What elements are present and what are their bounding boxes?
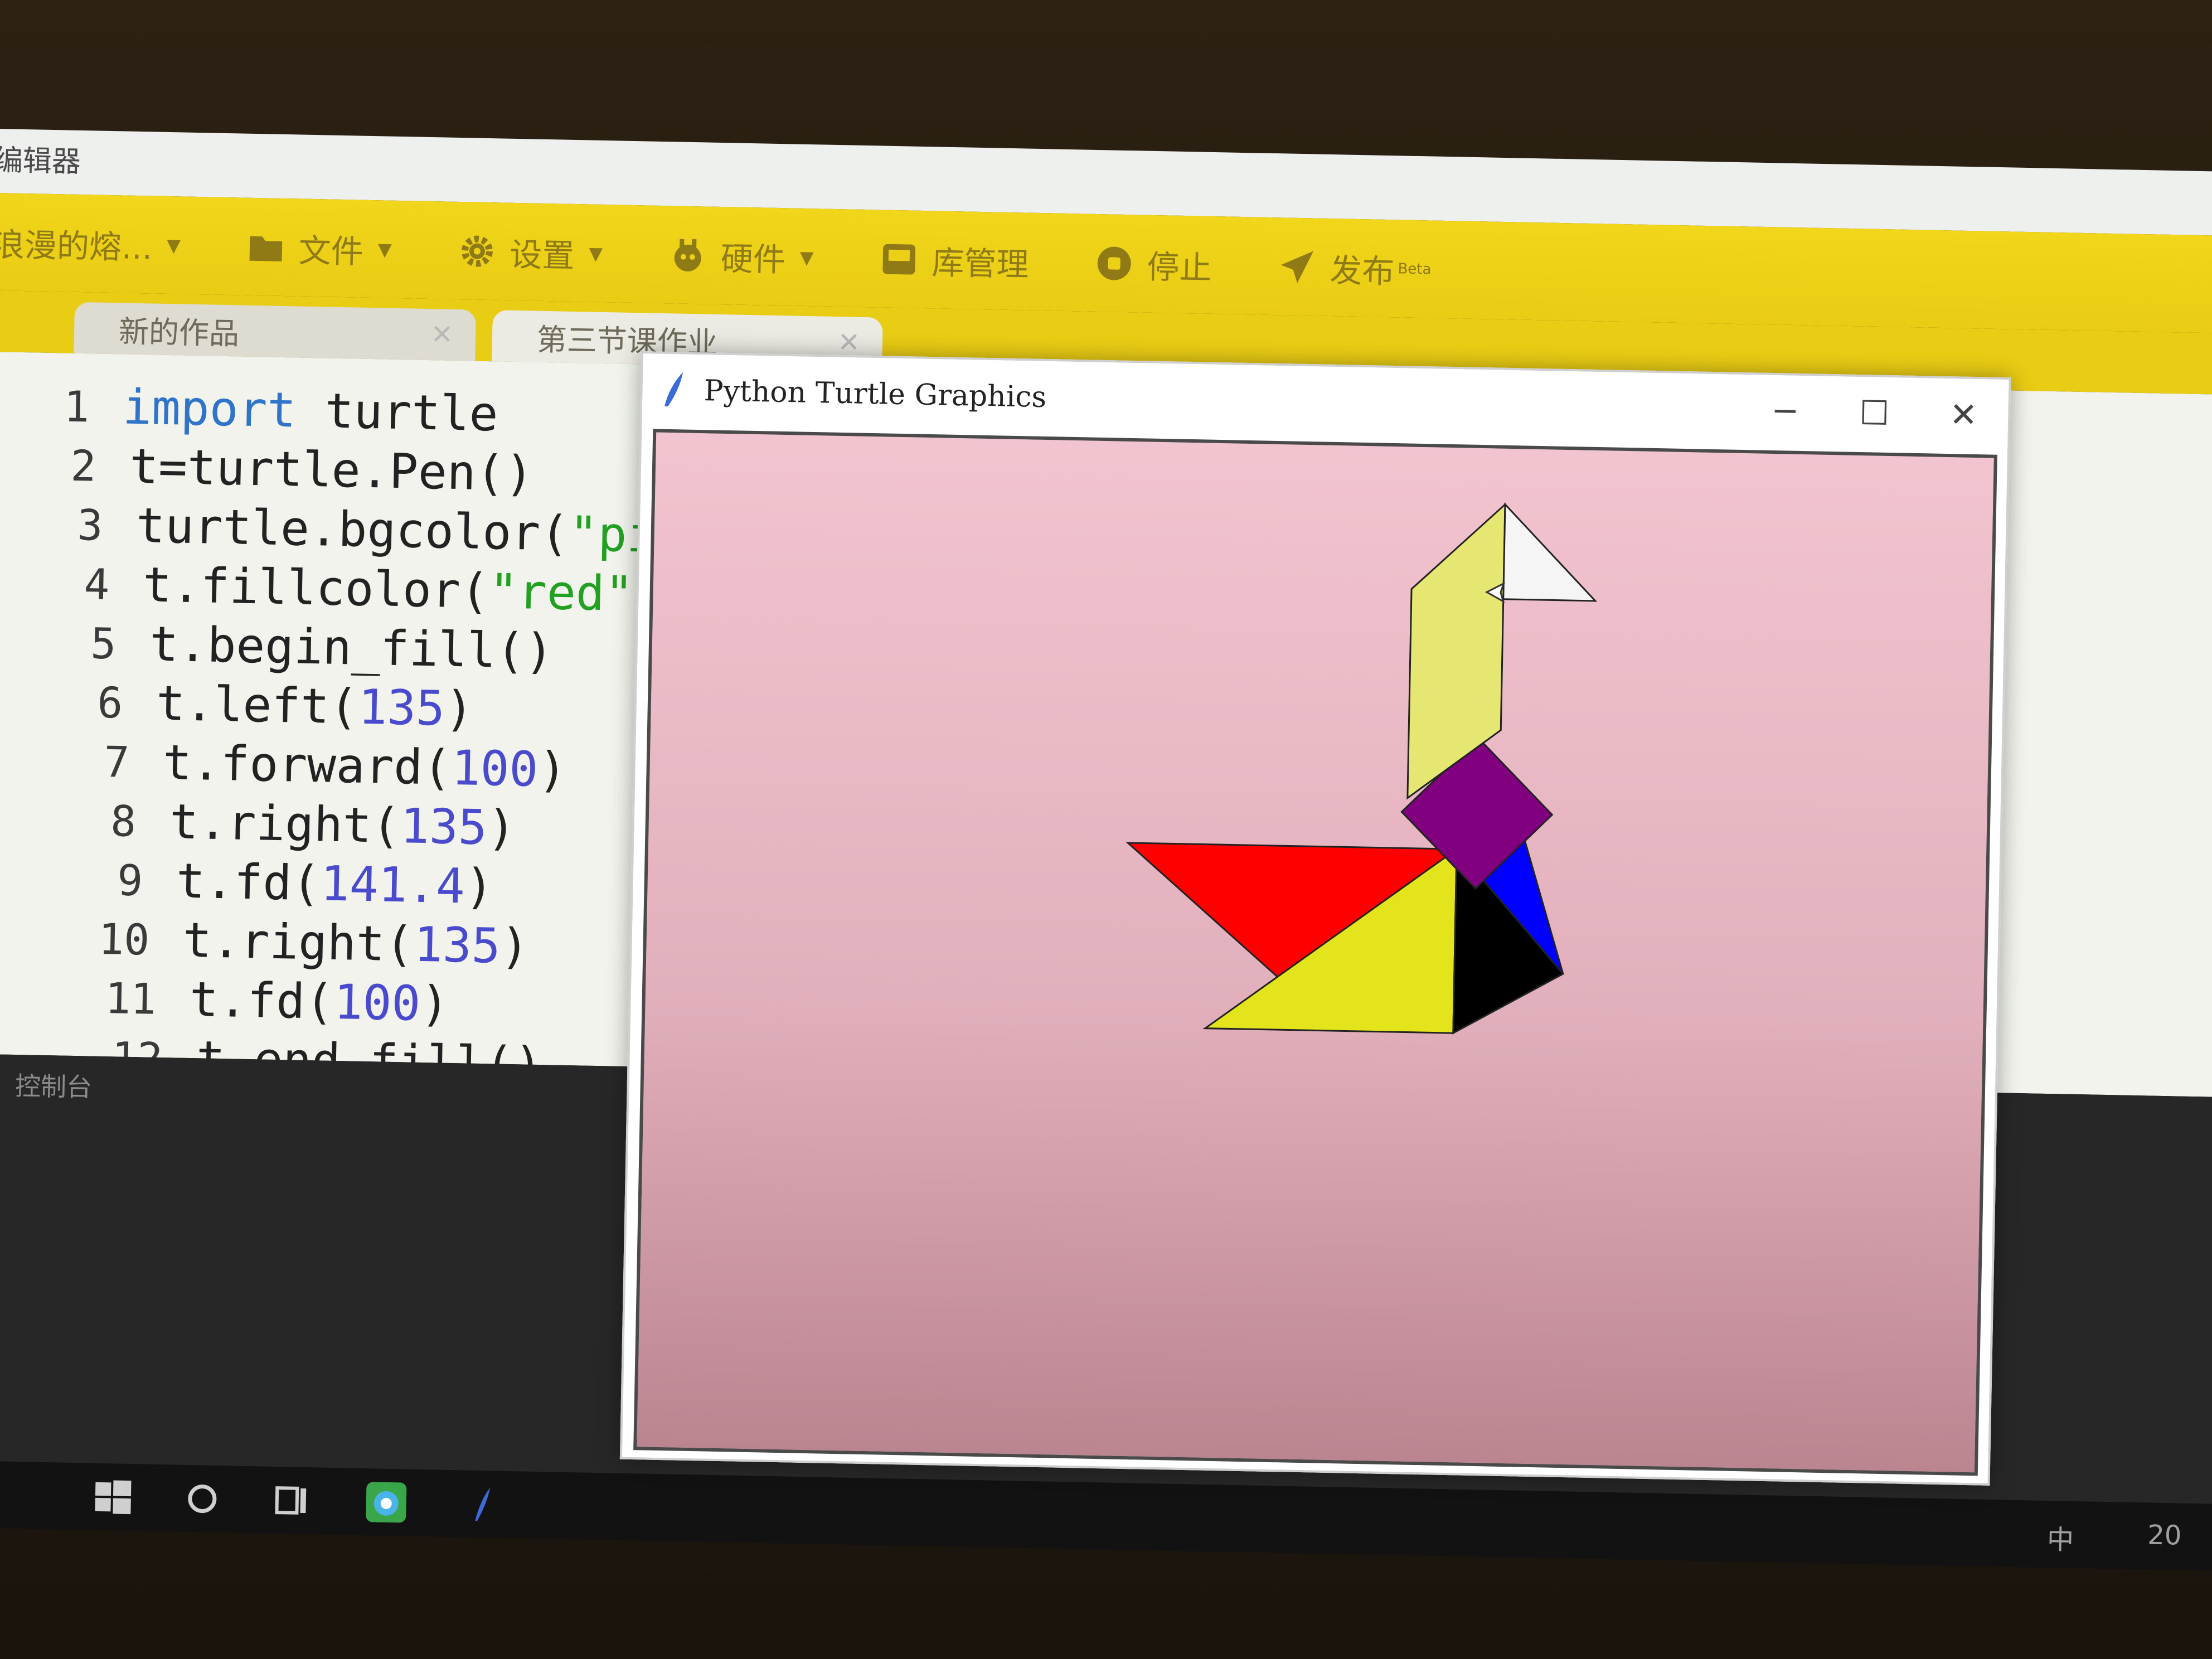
line-number: 3 <box>76 499 104 550</box>
code-token: t.left( <box>156 675 359 735</box>
code-token: turtle <box>295 382 499 443</box>
close-icon[interactable]: ✕ <box>837 327 860 358</box>
publish-button-label: 发布 <box>1329 251 1395 290</box>
library-button-label: 库管理 <box>931 243 1030 284</box>
file-menu-label: 文件 <box>298 231 364 271</box>
close-icon[interactable]: ✕ <box>430 319 453 351</box>
code-line[interactable]: 9 t.fd(141.4) <box>47 848 494 918</box>
search-icon[interactable] <box>180 1476 225 1522</box>
file-menu[interactable]: 文件 ▼ <box>247 223 392 273</box>
stop-button[interactable]: 停止 <box>1095 239 1212 288</box>
code-text: import turtle <box>122 379 498 442</box>
code-text: t.right(135) <box>182 913 530 975</box>
stop-icon <box>1095 244 1133 282</box>
code-token: t.fd( <box>176 853 321 912</box>
library-button[interactable]: 库管理 <box>880 235 1030 285</box>
code-text: t.right(135) <box>169 794 516 856</box>
white-triangle-piece <box>1502 502 1598 602</box>
paper-plane-icon <box>1278 248 1316 285</box>
chevron-down-icon: ▼ <box>589 242 603 264</box>
tab-new-work[interactable]: 新的作品 ✕ <box>74 302 476 361</box>
python-turtle-window[interactable]: Python Turtle Graphics ─ ☐ ✕ <box>619 351 2011 1486</box>
beta-badge: Beta <box>1398 260 1432 278</box>
close-button[interactable]: ✕ <box>1929 389 1997 440</box>
turtle-window-title: Python Turtle Graphics <box>704 374 1047 414</box>
line-number: 7 <box>103 736 130 787</box>
line-number: 11 <box>104 973 157 1024</box>
console-label: 控制台 <box>14 1070 93 1103</box>
tab-label: 新的作品 <box>118 313 240 351</box>
project-menu-label: 浪漫的熔... <box>0 225 153 266</box>
line-number: 2 <box>70 440 97 491</box>
code-token: ) <box>537 741 567 798</box>
code-token: t.fillcolor( <box>142 557 490 620</box>
code-token: "red" <box>488 564 634 623</box>
code-token: t.begin_fill() <box>149 616 554 680</box>
hardware-menu-label: 硬件 <box>720 239 786 279</box>
turtle-canvas[interactable] <box>633 429 1997 1476</box>
gear-icon <box>458 232 496 269</box>
settings-menu-label: 设置 <box>509 235 575 275</box>
settings-menu[interactable]: 设置 ▼ <box>458 227 603 276</box>
code-token: t.right( <box>182 912 415 973</box>
line-number: 1 <box>63 381 90 431</box>
code-text: t.forward(100) <box>162 735 567 798</box>
code-token: 135 <box>400 798 488 856</box>
chevron-down-icon: ▼ <box>166 234 181 256</box>
line-number: 4 <box>83 559 110 609</box>
code-token: ) <box>420 976 450 1032</box>
code-token: import <box>122 379 297 439</box>
task-view-icon[interactable] <box>269 1478 314 1524</box>
code-token: 100 <box>450 740 539 798</box>
minimize-button[interactable]: ─ <box>1751 386 1819 437</box>
ime-indicator[interactable]: 中 <box>2047 1517 2074 1557</box>
code-text: t.fd(141.4) <box>176 853 494 915</box>
line-number: 9 <box>117 855 144 905</box>
feather-icon <box>659 370 687 411</box>
stop-button-label: 停止 <box>1146 248 1212 287</box>
hardware-menu[interactable]: 硬件 ▼ <box>669 231 814 281</box>
chevron-down-icon: ▼ <box>377 238 392 260</box>
code-token: t.fd( <box>189 971 334 1030</box>
code-line[interactable]: 6 t.left(135) <box>27 670 474 740</box>
code-token: turtle.bgcolor( <box>135 497 570 562</box>
robot-icon <box>669 236 706 274</box>
chevron-down-icon: ▼ <box>799 246 814 268</box>
code-line[interactable]: 11 t.fd(100) <box>61 967 450 1035</box>
line-number: 5 <box>90 618 117 668</box>
code-token: ) <box>486 800 517 857</box>
code-text: t.fd(100) <box>189 972 450 1032</box>
folder-icon <box>247 228 284 265</box>
python-turtle-app-icon[interactable] <box>458 1481 504 1527</box>
code-text: t.begin_fill() <box>149 616 554 680</box>
line-number: 8 <box>110 795 137 846</box>
code-token: t=turtle.Pen() <box>129 438 535 502</box>
project-menu[interactable]: 浪漫的熔... ▼ <box>0 218 181 268</box>
clock[interactable]: 20 <box>2147 1520 2182 1551</box>
maximize-button[interactable]: ☐ <box>1840 387 1908 439</box>
code-text: t.fillcolor("red") <box>142 557 663 623</box>
editor-app-icon[interactable] <box>363 1479 409 1525</box>
inbox-icon <box>880 240 918 278</box>
code-token: ) <box>444 681 474 738</box>
code-line[interactable]: 8 t.right(135) <box>41 789 517 859</box>
code-text: turtle.bgcolor("pink <box>135 498 714 565</box>
code-text: t=turtle.Pen() <box>129 439 534 502</box>
code-token: ) <box>464 858 494 915</box>
line-number: 6 <box>96 677 124 728</box>
windows-start-icon[interactable] <box>90 1474 136 1520</box>
code-token: 100 <box>333 974 421 1032</box>
code-token: ) <box>499 918 530 975</box>
editor-title: 编辑器 <box>0 143 81 179</box>
publish-button[interactable]: 发布 Beta <box>1278 243 1432 293</box>
code-token: 141.4 <box>320 856 465 915</box>
code-token: t.forward( <box>162 734 452 796</box>
line-number: 10 <box>98 914 150 965</box>
code-token: 135 <box>357 679 445 737</box>
code-text: t.left(135) <box>156 676 474 738</box>
code-token: t.right( <box>169 794 401 855</box>
code-line[interactable]: 10 t.right(135) <box>54 907 530 977</box>
code-token: 135 <box>413 916 501 974</box>
tangram-swan-drawing <box>1126 502 1598 1035</box>
